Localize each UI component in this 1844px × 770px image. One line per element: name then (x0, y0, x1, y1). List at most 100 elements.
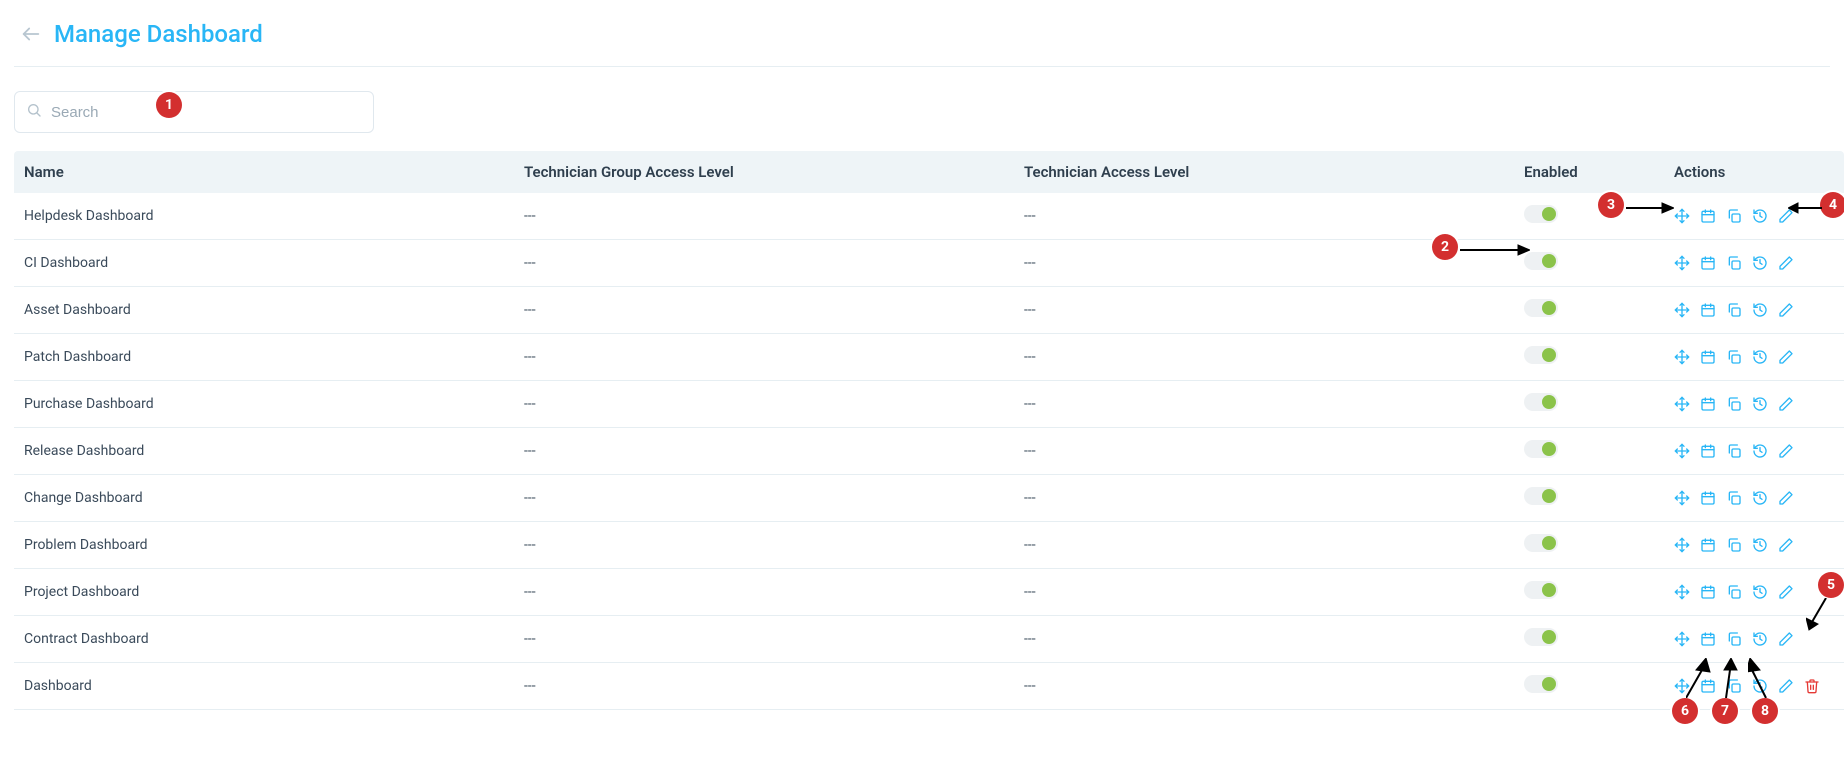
history-icon (1752, 584, 1768, 600)
edit-button[interactable] (1778, 631, 1794, 647)
table-row: Change Dashboard------ (14, 475, 1844, 522)
move-button[interactable] (1674, 349, 1690, 365)
copy-button[interactable] (1726, 443, 1742, 459)
cell-enabled (1514, 569, 1664, 616)
copy-button[interactable] (1726, 396, 1742, 412)
actions-group (1674, 678, 1834, 694)
cell-enabled (1514, 522, 1664, 569)
history-icon (1752, 349, 1768, 365)
copy-icon (1726, 631, 1742, 647)
actions-group (1674, 631, 1834, 647)
edit-button[interactable] (1778, 443, 1794, 459)
page-header: Manage Dashboard (14, 14, 1830, 67)
history-button[interactable] (1752, 349, 1768, 365)
calendar-button[interactable] (1700, 396, 1716, 412)
cell-enabled (1514, 616, 1664, 663)
enabled-toggle[interactable] (1524, 393, 1558, 411)
history-button[interactable] (1752, 443, 1768, 459)
cell-group: --- (514, 663, 1014, 710)
calendar-button[interactable] (1700, 302, 1716, 318)
calendar-button[interactable] (1700, 631, 1716, 647)
edit-button[interactable] (1778, 396, 1794, 412)
calendar-button[interactable] (1700, 208, 1716, 224)
calendar-button[interactable] (1700, 537, 1716, 553)
calendar-button[interactable] (1700, 443, 1716, 459)
edit-button[interactable] (1778, 302, 1794, 318)
history-button[interactable] (1752, 537, 1768, 553)
copy-icon (1726, 490, 1742, 506)
move-icon (1674, 255, 1690, 271)
cell-group: --- (514, 240, 1014, 287)
enabled-toggle[interactable] (1524, 205, 1558, 223)
search-input[interactable] (14, 91, 374, 133)
move-button[interactable] (1674, 537, 1690, 553)
copy-button[interactable] (1726, 255, 1742, 271)
cell-name: CI Dashboard (14, 240, 514, 287)
history-icon (1752, 208, 1768, 224)
calendar-icon (1700, 678, 1716, 694)
copy-icon (1726, 584, 1742, 600)
history-button[interactable] (1752, 678, 1768, 694)
edit-button[interactable] (1778, 208, 1794, 224)
copy-button[interactable] (1726, 490, 1742, 506)
calendar-button[interactable] (1700, 349, 1716, 365)
calendar-button[interactable] (1700, 490, 1716, 506)
table-row: CI Dashboard------ (14, 240, 1844, 287)
history-icon (1752, 678, 1768, 694)
edit-button[interactable] (1778, 537, 1794, 553)
move-button[interactable] (1674, 678, 1690, 694)
move-button[interactable] (1674, 396, 1690, 412)
move-button[interactable] (1674, 255, 1690, 271)
cell-enabled (1514, 334, 1664, 381)
page-title: Manage Dashboard (54, 20, 263, 48)
move-button[interactable] (1674, 443, 1690, 459)
enabled-toggle[interactable] (1524, 252, 1558, 270)
enabled-toggle[interactable] (1524, 581, 1558, 599)
history-button[interactable] (1752, 631, 1768, 647)
edit-button[interactable] (1778, 255, 1794, 271)
history-button[interactable] (1752, 302, 1768, 318)
edit-button[interactable] (1778, 584, 1794, 600)
enabled-toggle[interactable] (1524, 487, 1558, 505)
history-button[interactable] (1752, 396, 1768, 412)
enabled-toggle[interactable] (1524, 675, 1558, 693)
move-button[interactable] (1674, 631, 1690, 647)
copy-button[interactable] (1726, 537, 1742, 553)
move-button[interactable] (1674, 584, 1690, 600)
edit-icon (1778, 678, 1794, 694)
cell-actions (1664, 616, 1844, 663)
enabled-toggle[interactable] (1524, 346, 1558, 364)
enabled-toggle[interactable] (1524, 534, 1558, 552)
calendar-button[interactable] (1700, 584, 1716, 600)
copy-button[interactable] (1726, 349, 1742, 365)
calendar-icon (1700, 349, 1716, 365)
enabled-toggle[interactable] (1524, 299, 1558, 317)
enabled-toggle[interactable] (1524, 440, 1558, 458)
enabled-toggle[interactable] (1524, 628, 1558, 646)
copy-button[interactable] (1726, 584, 1742, 600)
edit-button[interactable] (1778, 678, 1794, 694)
copy-button[interactable] (1726, 631, 1742, 647)
move-icon (1674, 631, 1690, 647)
move-button[interactable] (1674, 302, 1690, 318)
copy-button[interactable] (1726, 208, 1742, 224)
cell-enabled (1514, 287, 1664, 334)
history-button[interactable] (1752, 255, 1768, 271)
move-button[interactable] (1674, 208, 1690, 224)
history-button[interactable] (1752, 490, 1768, 506)
edit-icon (1778, 396, 1794, 412)
history-button[interactable] (1752, 584, 1768, 600)
back-icon[interactable] (20, 23, 42, 45)
history-button[interactable] (1752, 208, 1768, 224)
edit-button[interactable] (1778, 349, 1794, 365)
edit-button[interactable] (1778, 490, 1794, 506)
actions-group (1674, 208, 1834, 224)
calendar-button[interactable] (1700, 255, 1716, 271)
copy-button[interactable] (1726, 678, 1742, 694)
delete-button[interactable] (1804, 678, 1820, 694)
copy-button[interactable] (1726, 302, 1742, 318)
table-row: Contract Dashboard------ (14, 616, 1844, 663)
calendar-button[interactable] (1700, 678, 1716, 694)
move-button[interactable] (1674, 490, 1690, 506)
cell-name: Problem Dashboard (14, 522, 514, 569)
